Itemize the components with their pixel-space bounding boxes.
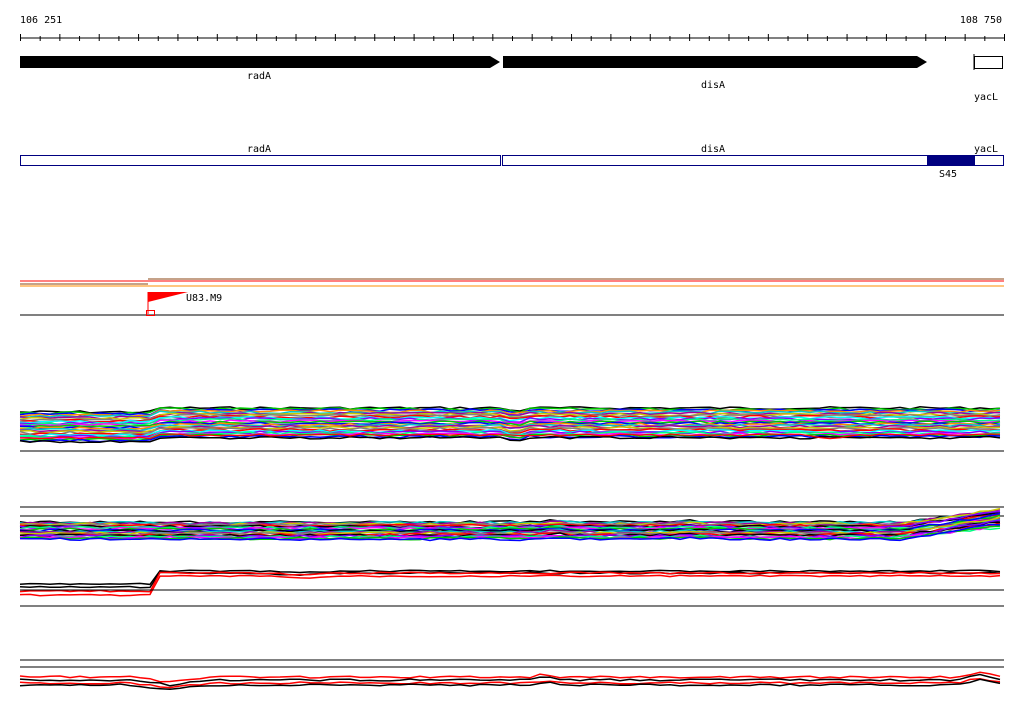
trace-track-4	[19, 659, 1004, 691]
trace-group-3	[19, 569, 1001, 597]
trace-group-4	[19, 671, 1001, 691]
coverage-trace	[19, 574, 1001, 597]
genome-browser-view: 106 251 108 750 radA disA yacL radA disA…	[19, 15, 1005, 691]
flag-marker-label: U83.M9	[186, 293, 222, 304]
ruler-end-label: 108 750	[960, 15, 1002, 26]
gene-arrow-yacL[interactable]	[973, 54, 1003, 70]
trace-track-1	[19, 406, 1004, 452]
gene-arrow-disA[interactable]	[503, 56, 927, 68]
coverage-trace	[19, 571, 1001, 589]
gene-box-label-radA: radA	[247, 144, 271, 155]
gene-arrow-radA[interactable]	[20, 56, 500, 68]
trace-track-2	[19, 506, 1004, 542]
gene-box-label-yacL: yacL	[974, 144, 998, 155]
gene-arrow-track: radA disA yacL	[20, 54, 1003, 103]
ruler-start-label: 106 251	[20, 15, 62, 26]
gene-box-radA[interactable]	[20, 155, 501, 166]
trace-group-2	[19, 507, 1001, 542]
gene-label-disA: disA	[701, 80, 725, 91]
segment-label-S45: S45	[939, 169, 957, 180]
trace-track-3	[19, 569, 1004, 607]
segment-block-S45[interactable]	[927, 155, 974, 166]
coordinate-ruler: 106 251 108 750	[20, 15, 1005, 41]
gene-box-disA[interactable]	[502, 155, 928, 166]
gene-box-track: radA disA S45 yacL	[20, 144, 1004, 180]
gene-label-radA: radA	[247, 71, 271, 82]
gene-box-label-disA: disA	[701, 144, 725, 155]
marker-track: U83.M9	[20, 278, 1004, 316]
gene-label-yacL: yacL	[974, 92, 998, 103]
gene-box-yacL[interactable]	[974, 155, 1004, 166]
flag-marker[interactable]	[146, 292, 189, 316]
trace-group-1	[19, 406, 1001, 444]
